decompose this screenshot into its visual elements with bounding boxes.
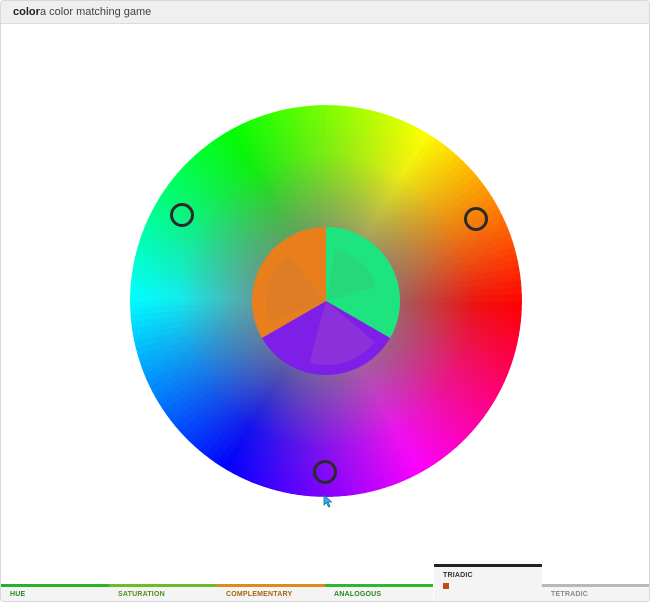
tab-complementary[interactable]: COMPLEMENTARY <box>217 584 325 601</box>
app-subtitle: a color matching game <box>40 6 152 18</box>
color-marker-handle[interactable] <box>170 203 194 227</box>
tab-indicator <box>109 584 217 587</box>
tab-indicator <box>434 564 542 567</box>
tab-label: TRIADIC <box>443 572 473 579</box>
tab-analogous[interactable]: ANALOGOUS <box>325 584 433 601</box>
mode-tab-bar: HUE SATURATION COMPLEMENTARY ANALOGOUS T… <box>1 564 649 601</box>
tab-label: TETRADIC <box>551 591 588 598</box>
color-wheel-area <box>1 24 649 580</box>
tab-label: ANALOGOUS <box>334 591 382 598</box>
tab-indicator <box>1 584 109 587</box>
app-title: color <box>13 6 40 18</box>
tab-label: COMPLEMENTARY <box>226 591 293 598</box>
app-window: color a color matching game HUE SATURATI… <box>0 0 650 602</box>
tab-label: SATURATION <box>118 591 165 598</box>
tab-hue[interactable]: HUE <box>1 584 109 601</box>
tab-label: HUE <box>10 591 26 598</box>
color-marker-handle[interactable] <box>313 460 337 484</box>
title-bar: color a color matching game <box>1 1 649 24</box>
tab-triadic[interactable]: TRIADIC <box>434 564 542 601</box>
mouse-cursor-icon <box>323 494 333 508</box>
tab-saturation[interactable]: SATURATION <box>109 584 217 601</box>
color-marker-handle[interactable] <box>464 207 488 231</box>
tab-indicator <box>542 584 649 587</box>
score-swatch <box>443 583 449 589</box>
tab-indicator <box>325 584 433 587</box>
tab-indicator <box>217 584 325 587</box>
tab-tetradic[interactable]: TETRADIC <box>542 584 649 601</box>
